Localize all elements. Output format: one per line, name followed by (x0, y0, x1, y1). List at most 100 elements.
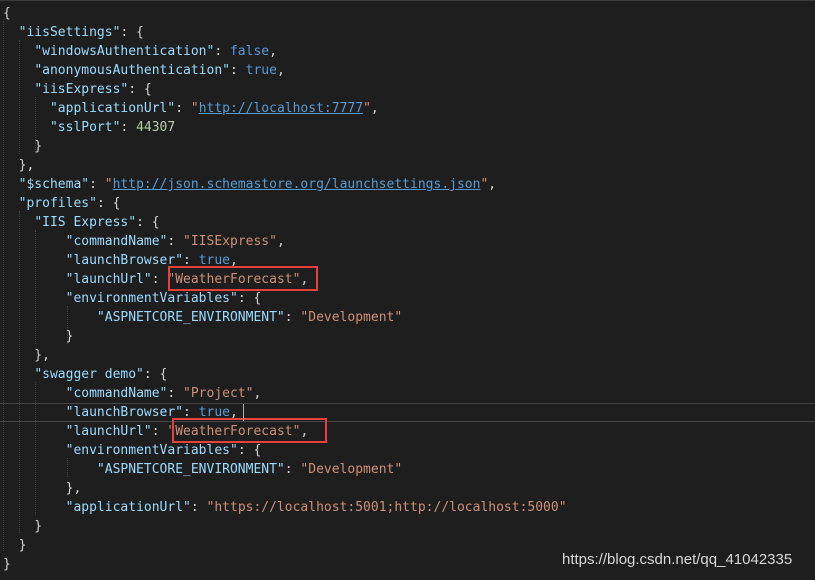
json-url-link[interactable]: http://localhost:7777 (199, 101, 363, 116)
json-key: "launchBrowser" (65, 405, 184, 420)
json-punctuation: : (214, 44, 230, 59)
code-line[interactable]: "commandName": "Project", (0, 384, 815, 403)
json-punctuation (3, 82, 34, 97)
json-string: "Development" (300, 462, 403, 477)
json-key: "$schema" (18, 177, 90, 192)
json-punctuation (3, 234, 66, 249)
json-punctuation (3, 215, 34, 230)
json-punctuation (3, 63, 34, 78)
json-key: "launchUrl" (65, 424, 152, 439)
json-punctuation: : { (120, 25, 144, 40)
json-punctuation (3, 424, 66, 439)
code-line[interactable]: "IIS Express": { (0, 213, 815, 232)
json-key: "applicationUrl" (49, 101, 176, 116)
json-key: "environmentVariables" (65, 291, 238, 306)
code-line[interactable]: "applicationUrl": "https://localhost:500… (0, 498, 815, 517)
json-punctuation: }, (3, 348, 50, 363)
code-line[interactable]: "profiles": { (0, 194, 815, 213)
code-line[interactable]: "windowsAuthentication": false, (0, 42, 815, 61)
json-key: "sslPort" (49, 120, 121, 135)
code-line[interactable]: }, (0, 346, 815, 365)
json-punctuation (3, 196, 19, 211)
json-key: "commandName" (65, 386, 168, 401)
text-cursor (243, 404, 244, 421)
code-line[interactable]: } (0, 137, 815, 156)
code-line[interactable]: "environmentVariables": { (0, 289, 815, 308)
json-punctuation (3, 120, 50, 135)
json-key: "commandName" (65, 234, 168, 249)
json-punctuation: } (3, 139, 43, 154)
json-punctuation: : (229, 63, 246, 78)
json-url-link[interactable]: http://json.schemastore.org/launchsettin… (113, 177, 481, 192)
code-line[interactable]: "$schema": "http://json.schemastore.org/… (0, 175, 815, 194)
json-punctuation (3, 25, 19, 40)
json-punctuation: : (284, 310, 301, 325)
json-punctuation (3, 386, 66, 401)
code-line[interactable]: "commandName": "IISExpress", (0, 232, 815, 251)
json-punctuation: , (488, 177, 497, 192)
json-punctuation (3, 462, 97, 477)
code-line[interactable]: "launchUrl": "WeatherForecast", (0, 422, 815, 441)
json-punctuation: : { (128, 82, 152, 97)
code-line[interactable]: "iisSettings": { (0, 23, 815, 42)
code-line[interactable]: "ASPNETCORE_ENVIRONMENT": "Development" (0, 460, 815, 479)
code-line[interactable]: }, (0, 156, 815, 175)
code-line[interactable]: "applicationUrl": "http://localhost:7777… (0, 99, 815, 118)
code-line[interactable]: "environmentVariables": { (0, 441, 815, 460)
json-key: "applicationUrl" (65, 500, 191, 515)
code-line[interactable]: "swagger demo": { (0, 365, 815, 384)
code-line[interactable]: }, (0, 479, 815, 498)
json-punctuation: { (3, 6, 11, 21)
json-punctuation: : (120, 120, 137, 135)
code-line[interactable]: "ASPNETCORE_ENVIRONMENT": "Development" (0, 308, 815, 327)
json-key: "iisSettings" (18, 25, 121, 40)
json-key: "profiles" (18, 196, 97, 211)
code-line[interactable]: "launchBrowser": true, (0, 251, 815, 270)
json-string: "Project" (183, 386, 254, 401)
json-punctuation: : { (237, 291, 262, 306)
json-punctuation (3, 272, 66, 287)
json-punctuation (3, 405, 66, 420)
json-boolean: false (229, 44, 270, 59)
json-punctuation: , (253, 386, 262, 401)
json-boolean: true (245, 63, 277, 78)
json-punctuation (3, 101, 50, 116)
editor-top-border (0, 0, 815, 1)
json-key: "iisExpress" (34, 82, 129, 97)
json-string: " (104, 177, 113, 192)
launchurl-highlight-box (172, 418, 327, 443)
json-key: "IIS Express" (34, 215, 137, 230)
launchurl-highlight-box (168, 266, 318, 291)
code-line[interactable]: "sslPort": 44307 (0, 118, 815, 137)
json-punctuation: : { (237, 443, 262, 458)
json-key: "swagger demo" (34, 367, 144, 382)
json-string: " (363, 101, 371, 116)
json-punctuation (3, 443, 66, 458)
code-line[interactable]: "iisExpress": { (0, 80, 815, 99)
json-code-editor[interactable]: { "iisSettings": { "windowsAuthenticatio… (0, 0, 815, 580)
json-string: "IISExpress" (183, 234, 277, 249)
json-key: "anonymousAuthentication" (34, 63, 230, 78)
json-punctuation: } (3, 538, 27, 553)
code-line[interactable]: } (0, 517, 815, 536)
json-punctuation: : (89, 177, 105, 192)
code-line-current[interactable]: "launchBrowser": true, (0, 403, 815, 422)
json-punctuation: }, (3, 481, 82, 496)
code-line[interactable]: "anonymousAuthentication": true, (0, 61, 815, 80)
json-string: " (190, 101, 199, 116)
watermark-url: https://blog.csdn.net/qq_41042335 (562, 551, 793, 568)
json-key: "ASPNETCORE_ENVIRONMENT" (96, 310, 285, 325)
json-punctuation: , (276, 234, 285, 249)
json-punctuation: : (151, 272, 168, 287)
code-line[interactable]: } (0, 327, 815, 346)
json-punctuation (3, 177, 19, 192)
code-line[interactable]: { (0, 4, 815, 23)
json-punctuation: , (276, 63, 285, 78)
json-number: 44307 (136, 120, 176, 135)
code-line[interactable]: "launchUrl": "WeatherForecast", (0, 270, 815, 289)
json-punctuation: }, (3, 158, 35, 173)
json-punctuation: : (175, 101, 191, 116)
json-punctuation: , (370, 101, 379, 116)
json-punctuation (3, 253, 66, 268)
json-punctuation (3, 500, 66, 515)
